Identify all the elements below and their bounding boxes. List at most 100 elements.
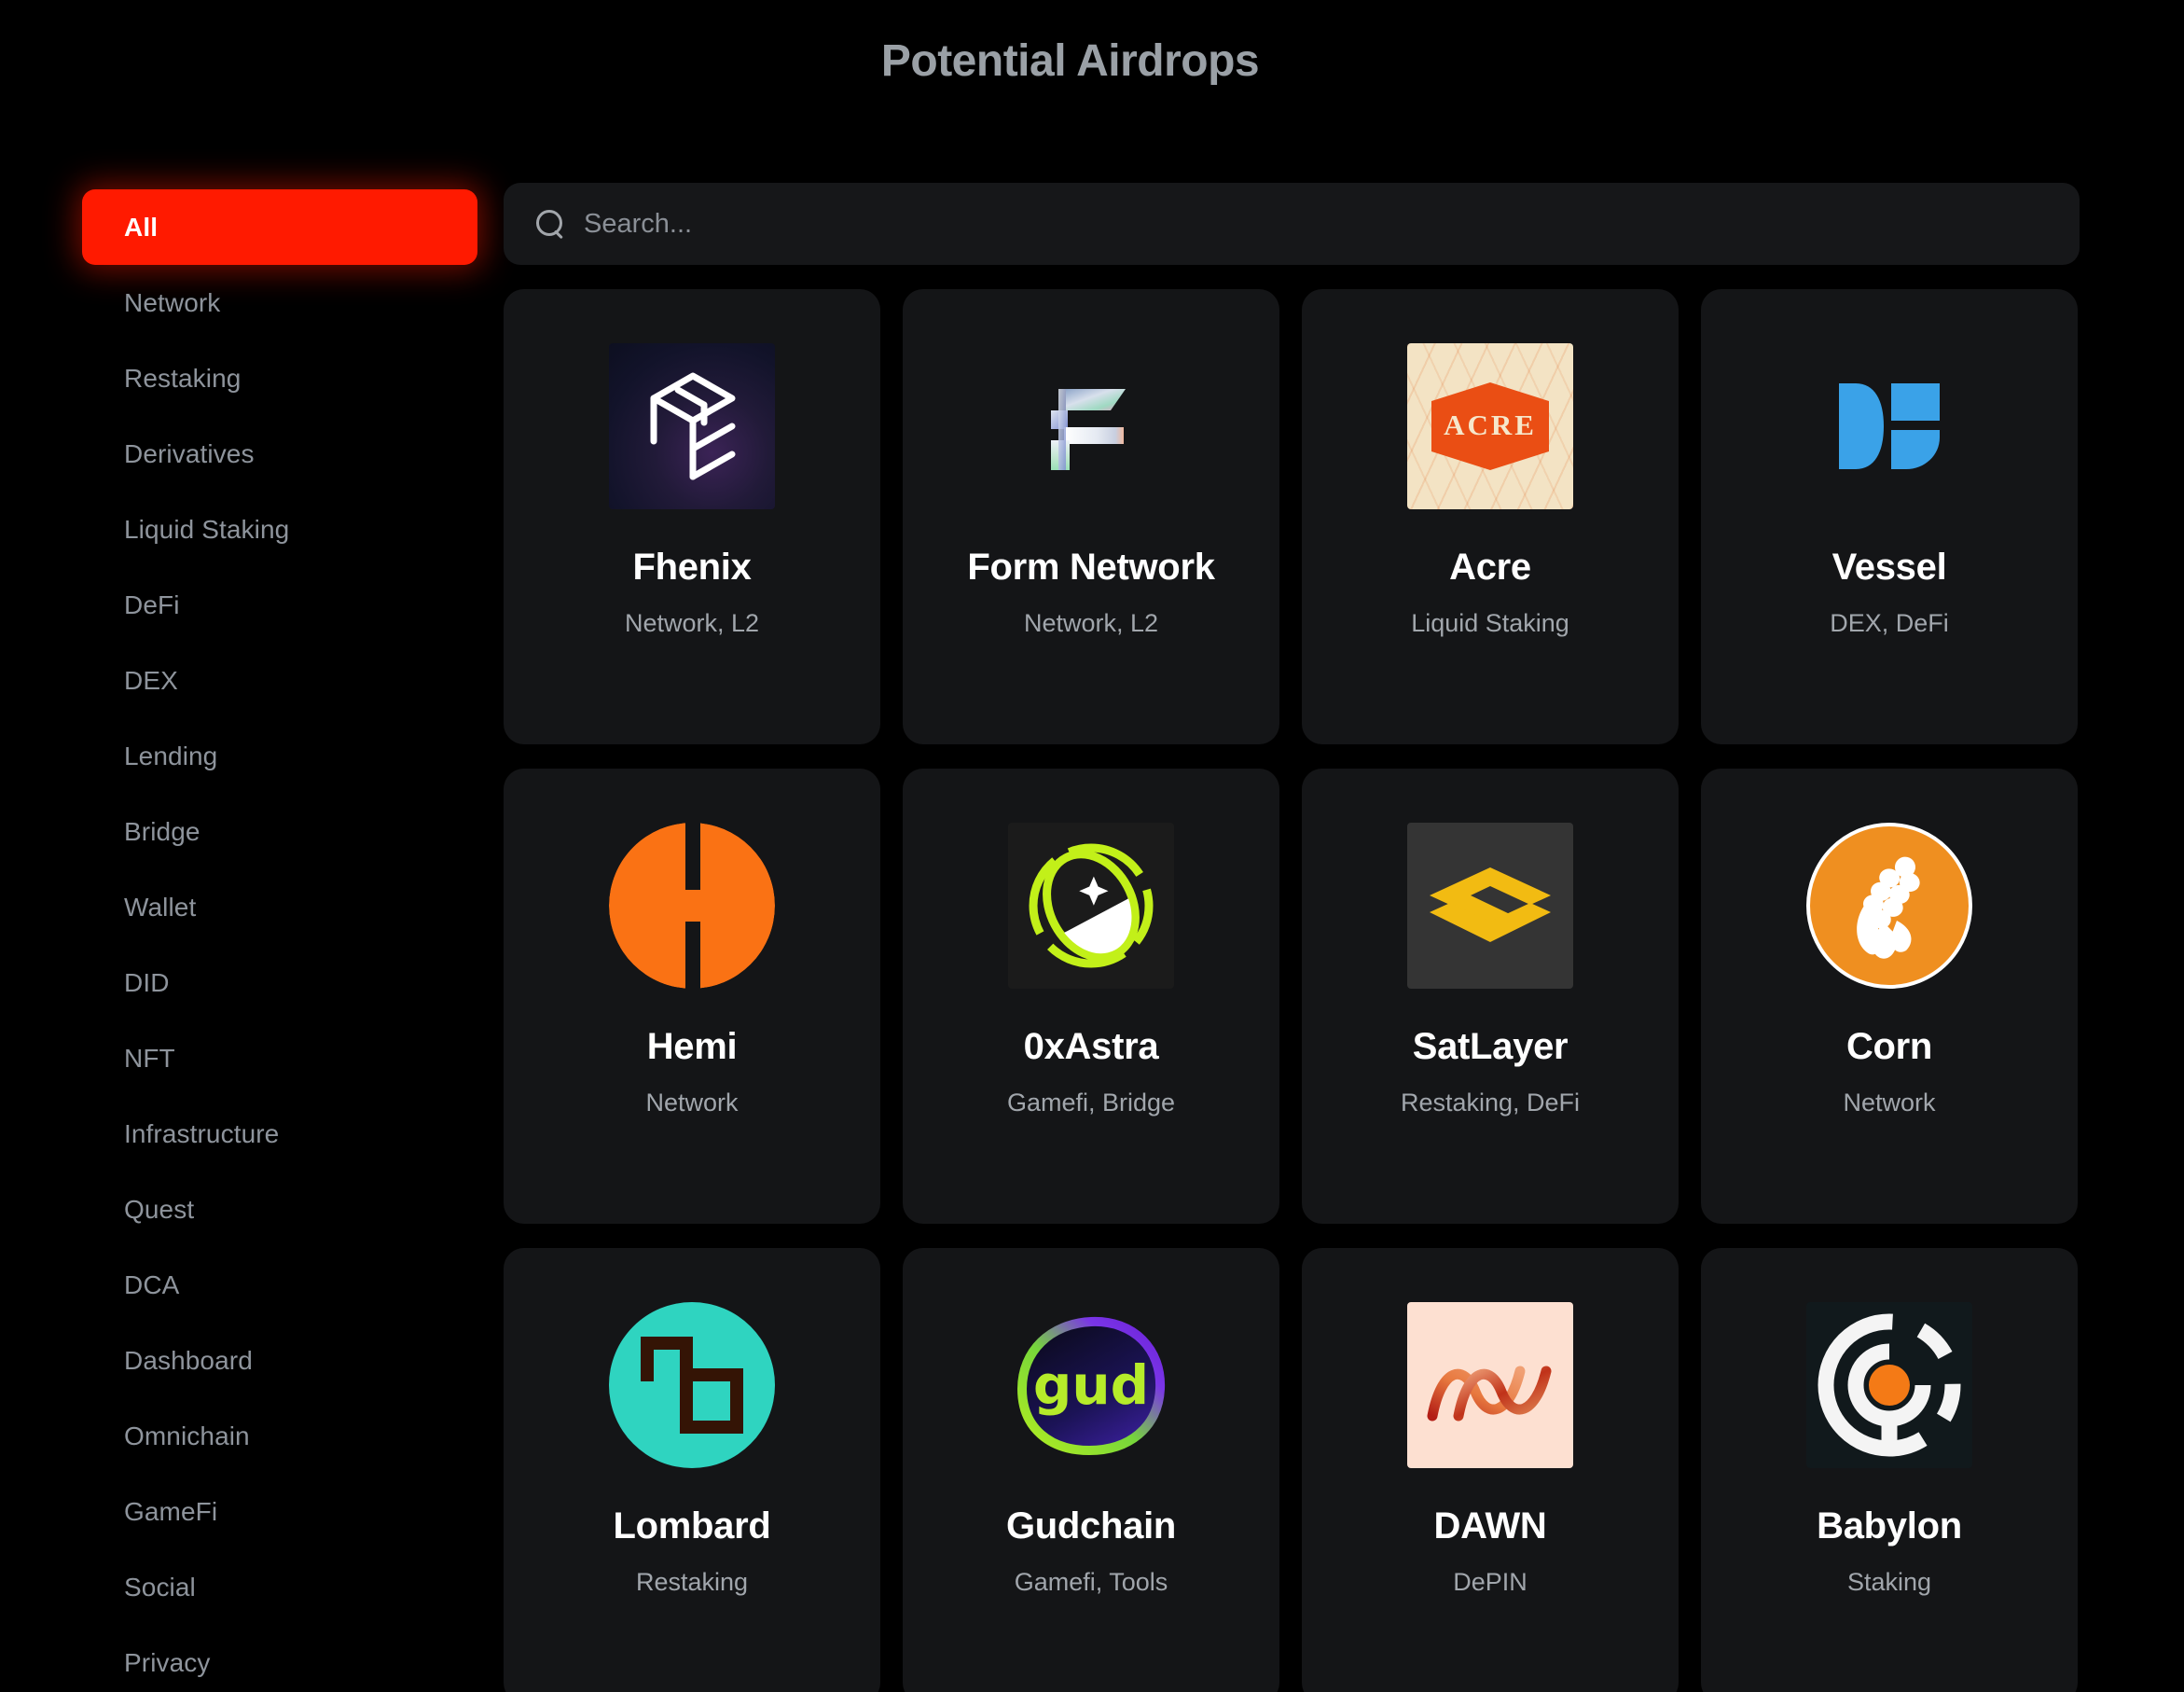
card-title: Corn [1845,1026,1933,1067]
airdrop-card[interactable]: Form Network Network, L2 [903,289,1279,744]
card-logo [609,1302,775,1468]
gudchain-blob-logo: gud [1008,1302,1174,1468]
vessel-blocks-logo [1806,343,1972,509]
search-bar[interactable] [504,183,2080,265]
satlayer-stack-logo [1407,823,1573,989]
sidebar-item-label: Derivatives [124,438,255,468]
sidebar-item-network[interactable]: Network [82,265,477,340]
sidebar-item-derivatives[interactable]: Derivatives [82,416,477,492]
card-tags: DePIN [1453,1568,1527,1596]
card-tags: Gamefi, Bridge [1006,1089,1176,1116]
sidebar-item-label: Social [124,1572,196,1602]
fhenix-cube-logo [609,343,775,509]
search-input[interactable] [584,208,2080,240]
sidebar-item-infrastructure[interactable]: Infrastructure [82,1096,477,1172]
sidebar-item-label: All [124,212,159,242]
sidebar-item-label: Bridge [124,816,200,846]
sidebar-item-social[interactable]: Social [82,1549,477,1625]
acre-logo-text: ACRE [1444,409,1537,441]
card-title: Hemi [646,1026,738,1067]
card-logo [1806,343,1972,509]
sidebar-item-label: Liquid Staking [124,514,290,544]
airdrop-card[interactable]: Fhenix Network, L2 [504,289,880,744]
sidebar-item-defi[interactable]: DeFi [82,567,477,643]
card-tags: Network, L2 [624,609,760,637]
card-logo: gud [1008,1302,1174,1468]
sidebar-item-label: Dashboard [124,1345,253,1375]
gudchain-logo-text: gud [1033,1353,1149,1417]
card-title: Lombard [613,1505,771,1546]
page-title: Potential Airdrops [880,36,1260,86]
card-tags: Restaking [635,1568,749,1596]
airdrop-card[interactable]: SatLayer Restaking, DeFi [1302,769,1679,1224]
sidebar-item-label: Privacy [124,1647,211,1677]
sidebar-item-wallet[interactable]: Wallet [82,869,477,945]
sidebar-item-nft[interactable]: NFT [82,1020,477,1096]
sidebar-item-label: Restaking [124,363,242,393]
sidebar-item-label: Lending [124,741,218,770]
card-logo [1407,823,1573,989]
sidebar-item-label: DeFi [124,589,180,619]
card-tags: Network [645,1089,739,1116]
search-icon [535,209,565,239]
sidebar-item-restaking[interactable]: Restaking [82,340,477,416]
airdrop-card[interactable]: Babylon Staking [1701,1248,2078,1692]
hemi-circle-logo [609,823,775,989]
babylon-target-logo [1806,1302,1972,1468]
card-title: Gudchain [1005,1505,1177,1546]
sidebar-item-quest[interactable]: Quest [82,1172,477,1247]
airdrop-card[interactable]: Lombard Restaking [504,1248,880,1692]
sidebar-item-dashboard[interactable]: Dashboard [82,1323,477,1398]
sidebar-item-label: DEX [124,665,178,695]
airdrop-card[interactable]: Hemi Network [504,769,880,1224]
card-title: Form Network [967,547,1215,588]
app-root: Potential Airdrops All Network Restaking… [0,0,2184,1692]
card-logo [1407,1302,1573,1468]
sidebar-item-label: Quest [124,1194,195,1224]
sidebar-item-did[interactable]: DID [82,945,477,1020]
card-logo [1806,1302,1972,1468]
sidebar-item-all[interactable]: All [82,189,477,265]
lombard-monogram-logo [609,1302,775,1468]
card-title: Vessel [1832,547,1947,588]
card-tags: Network, L2 [1023,609,1159,637]
card-tags: DEX, DeFi [1830,609,1949,637]
acre-hexagon-logo: ACRE [1407,343,1573,509]
sidebar-item-liquid-staking[interactable]: Liquid Staking [82,492,477,567]
card-tags: Restaking, DeFi [1400,1089,1581,1116]
sidebar-item-label: NFT [124,1043,175,1073]
card-title: Acre [1449,547,1531,588]
airdrop-card[interactable]: Corn Network [1701,769,2078,1224]
airdrop-card[interactable]: Vessel DEX, DeFi [1701,289,2078,744]
form-network-f-logo [1008,343,1174,509]
sidebar-item-privacy[interactable]: Privacy [82,1625,477,1692]
card-tags: Network [1843,1089,1936,1116]
airdrop-card[interactable]: ACRE Acre Liquid Staking [1302,289,1679,744]
dawn-waves-logo [1407,1302,1573,1468]
sidebar-item-lending[interactable]: Lending [82,718,477,794]
card-logo [609,823,775,989]
sidebar-item-label: Infrastructure [124,1118,280,1148]
airdrop-card[interactable]: gud Gudchain Gamefi, Tools [903,1248,1279,1692]
sidebar-item-label: Network [124,287,221,317]
card-logo [1008,343,1174,509]
sidebar-item-label: GameFi [124,1496,218,1526]
sidebar-item-gamefi[interactable]: GameFi [82,1474,477,1549]
airdrop-card-grid: Fhenix Network, L2 Form Network Network,… [504,289,2080,1692]
sidebar-item-label: DID [124,967,170,997]
sidebar-item-label: Wallet [124,892,197,922]
card-title: SatLayer [1412,1026,1569,1067]
sidebar-item-label: DCA [124,1269,180,1299]
card-logo: ACRE [1407,343,1573,509]
sidebar-item-bridge[interactable]: Bridge [82,794,477,869]
card-logo [609,343,775,509]
card-logo [1806,823,1972,989]
airdrop-card[interactable]: DAWN DePIN [1302,1248,1679,1692]
category-sidebar: All Network Restaking Derivatives Liquid… [82,189,477,1692]
astra-rings-logo [1008,823,1174,989]
sidebar-item-dca[interactable]: DCA [82,1247,477,1323]
sidebar-item-dex[interactable]: DEX [82,643,477,718]
corn-cob-logo [1806,823,1972,989]
sidebar-item-omnichain[interactable]: Omnichain [82,1398,477,1474]
airdrop-card[interactable]: 0xAstra Gamefi, Bridge [903,769,1279,1224]
